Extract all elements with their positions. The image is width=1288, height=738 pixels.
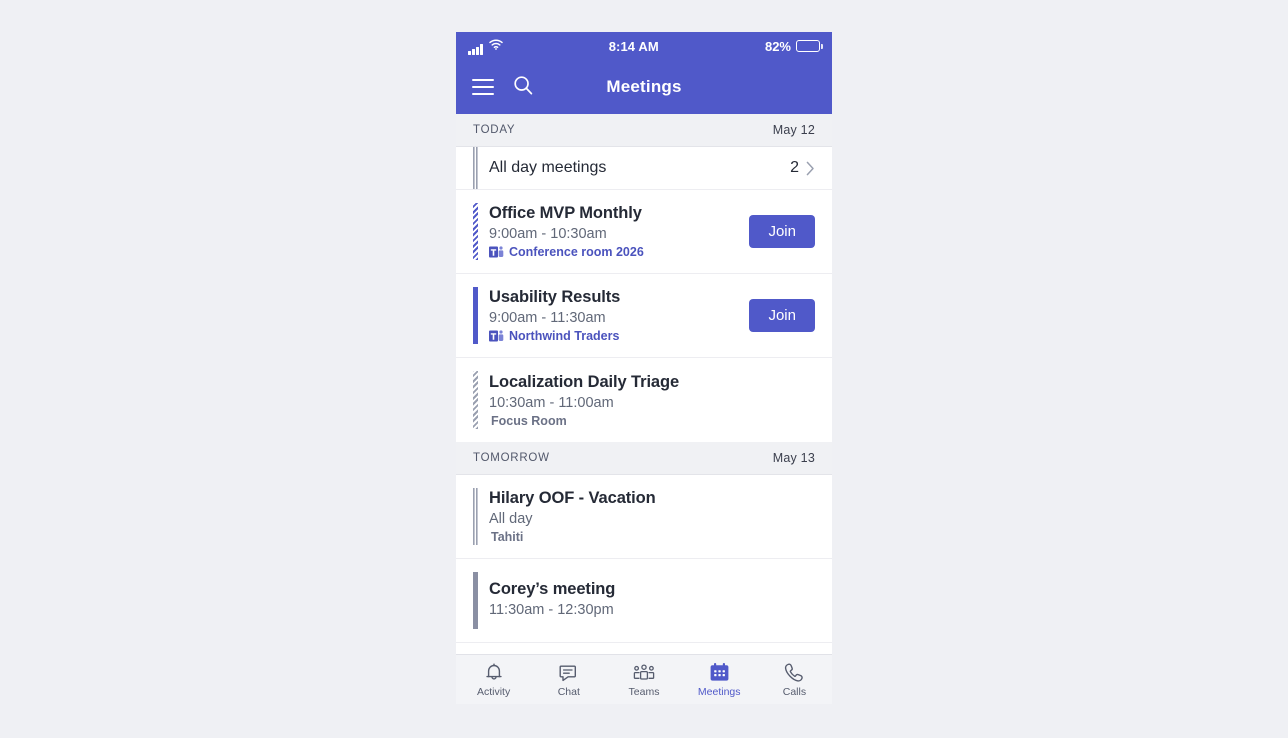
event-location: Tahiti [489,530,815,544]
event-location[interactable]: Northwind Traders [489,329,737,343]
all-day-meetings-row[interactable]: All day meetings 2 [456,147,832,190]
row-accent-bar [473,203,478,260]
event-time: 11:30am - 12:30pm [489,602,614,618]
tab-label: Teams [628,685,660,698]
search-icon[interactable] [512,74,534,101]
event-location[interactable]: Conference room 2026 [489,245,737,259]
join-button[interactable]: Join [749,215,815,248]
wifi-icon [488,37,503,55]
event-title: Usability Results [489,288,621,306]
tab-label: Calls [782,685,807,698]
phone-screen: 8:14 AM 82% Meetings TODAY May 12 All day … [456,32,832,704]
tab-meetings[interactable]: Meetings [682,662,757,698]
event-title: Hilary OOF - Vacation [489,489,656,507]
bottom-tab-bar: Activity Chat Teams Meetings Calls [456,654,832,704]
teams-people-icon [632,662,656,684]
chevron-right-icon[interactable] [806,161,815,176]
meeting-row[interactable]: Localization Daily Triage 10:30am - 11:00… [456,358,832,442]
section-header: TOMORROW May 13 [456,442,832,475]
tab-label: Activity [476,685,511,698]
tab-teams[interactable]: Teams [606,662,681,698]
meeting-row[interactable]: Office MVP Monthly 9:00am - 10:30am Confer… [456,190,832,274]
section-date: May 13 [772,451,815,465]
status-bar-left [468,37,503,55]
meeting-row[interactable]: Corey’s meeting 11:30am - 12:30pm [456,559,832,643]
event-location-label: Focus Room [491,413,567,428]
bell-icon [484,662,504,684]
row-accent-bar [473,147,478,189]
tab-calls[interactable]: Calls [757,662,832,698]
cellular-signal-icon [468,44,483,55]
meeting-row[interactable]: NEO [456,643,832,654]
tab-label: Chat [557,685,580,698]
tab-label: Meetings [697,685,741,698]
event-time: 10:30am - 11:00am [489,394,614,411]
row-accent-bar [473,371,478,429]
section-header: TODAY May 12 [456,114,832,147]
event-location: Focus Room [489,414,815,428]
chat-bubble-icon [558,662,579,684]
event-title: Localization Daily Triage [489,372,680,391]
event-title: Office MVP Monthly [489,204,642,222]
microsoft-teams-icon [489,245,504,259]
row-accent-bar [473,287,478,344]
tab-activity[interactable]: Activity [456,662,531,698]
event-location-label: Conference room 2026 [509,245,644,259]
status-bar-time: 8:14 AM [608,38,659,54]
row-accent-bar [473,488,478,545]
microsoft-teams-icon [489,329,504,343]
app-bar-icons [472,74,534,101]
meeting-row[interactable]: Hilary OOF - Vacation All day Tahiti [456,475,832,559]
app-bar: Meetings [456,60,832,114]
section-label: TODAY [473,124,516,136]
row-accent-bar [473,572,478,629]
join-button[interactable]: Join [749,299,815,332]
hamburger-menu-icon[interactable] [472,79,494,95]
battery-percent-label: 82% [764,38,791,54]
section-label: TOMORROW [473,452,550,464]
event-location-label: Northwind Traders [509,329,620,343]
status-bar-right: 82% [764,38,823,54]
status-bar: 8:14 AM 82% [456,32,832,60]
event-time: All day [489,511,533,527]
tab-chat[interactable]: Chat [531,662,606,698]
event-time: 9:00am - 11:30am [489,310,606,326]
event-title: Corey’s meeting [489,580,616,598]
section-date: May 12 [772,123,815,137]
all-day-meetings-count: 2 [790,159,799,176]
battery-icon [796,40,823,52]
event-location-label: Tahiti [491,530,524,544]
calendar-icon [709,662,730,684]
all-day-meetings-label: All day meetings [489,159,607,176]
meeting-row[interactable]: Usability Results 9:00am - 11:30am Northwi… [456,274,832,358]
event-time: 9:00am - 10:30am [489,226,607,242]
phone-icon [784,662,804,684]
meetings-list[interactable]: TODAY May 12 All day meetings 2 Office MVP M… [456,114,832,654]
